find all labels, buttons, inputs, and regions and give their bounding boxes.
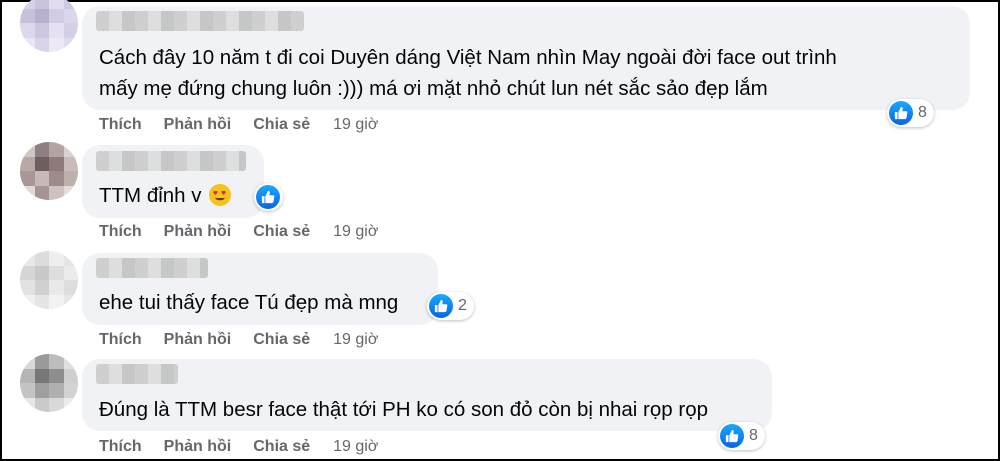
reply-link[interactable]: Phản hồi <box>164 331 232 349</box>
like-icon <box>720 424 744 448</box>
like-icon <box>256 185 280 209</box>
like-icon <box>889 101 913 125</box>
timestamp[interactable]: 19 giờ <box>333 331 378 349</box>
avatar[interactable] <box>20 354 78 412</box>
comment-bubble: TTM đỉnh v <box>82 145 264 218</box>
comment-text-line: Đúng là TTM besr face thật tới PH ko có … <box>99 398 709 421</box>
reply-link[interactable]: Phản hồi <box>164 223 232 241</box>
avatar[interactable] <box>20 0 78 52</box>
comment-actions: Thích Phản hồi Chia sẻ 19 giờ <box>99 331 378 349</box>
author-name-redacted[interactable] <box>96 151 246 171</box>
like-link[interactable]: Thích <box>99 438 142 456</box>
comment-text-line: ehe tui thấy face Tú đẹp mà mng <box>99 291 399 314</box>
heart-eyes-emoji <box>209 184 232 206</box>
like-link[interactable]: Thích <box>99 116 142 134</box>
share-link[interactable]: Chia sẻ <box>253 331 310 349</box>
avatar[interactable] <box>20 142 78 200</box>
reaction-summary[interactable]: 8 <box>887 99 934 127</box>
like-link[interactable]: Thích <box>99 331 142 349</box>
reply-link[interactable]: Phản hồi <box>164 116 232 134</box>
reaction-summary[interactable] <box>254 183 283 211</box>
author-name-redacted[interactable] <box>96 364 178 384</box>
comment-actions: Thích Phản hồi Chia sẻ 19 giờ <box>99 116 378 134</box>
reply-link[interactable]: Phản hồi <box>164 438 232 456</box>
timestamp[interactable]: 19 giờ <box>333 116 378 134</box>
reaction-count: 8 <box>918 104 927 121</box>
reaction-summary[interactable]: 8 <box>718 422 765 450</box>
reaction-count: 2 <box>458 297 467 314</box>
like-link[interactable]: Thích <box>99 223 142 241</box>
comment-text-line: mấy mẹ đứng chung luôn :))) má ơi mặt nh… <box>99 77 768 100</box>
share-link[interactable]: Chia sẻ <box>253 223 310 241</box>
comment-bubble: Đúng là TTM besr face thật tới PH ko có … <box>82 359 772 431</box>
timestamp[interactable]: 19 giờ <box>333 223 378 241</box>
reaction-count: 8 <box>749 427 758 444</box>
comment-thread: Cách đây 10 năm t đi coi Duyên dáng Việt… <box>0 0 1000 461</box>
share-link[interactable]: Chia sẻ <box>253 116 310 134</box>
author-name-redacted[interactable] <box>96 11 304 31</box>
reaction-summary[interactable]: 2 <box>427 292 474 320</box>
comment-text: TTM đỉnh v <box>99 184 202 207</box>
comment-actions: Thích Phản hồi Chia sẻ 19 giờ <box>99 223 378 241</box>
comment-text-line: Cách đây 10 năm t đi coi Duyên dáng Việt… <box>99 46 837 69</box>
like-icon <box>429 294 453 318</box>
share-link[interactable]: Chia sẻ <box>253 438 310 456</box>
author-name-redacted[interactable] <box>96 258 208 278</box>
comment-bubble: Cách đây 10 năm t đi coi Duyên dáng Việt… <box>82 6 970 110</box>
comment-bubble: ehe tui thấy face Tú đẹp mà mng <box>82 253 438 325</box>
comment-text-line: TTM đỉnh v <box>99 181 232 210</box>
timestamp[interactable]: 19 giờ <box>333 438 378 456</box>
avatar[interactable] <box>20 251 78 309</box>
comment-actions: Thích Phản hồi Chia sẻ 19 giờ <box>99 438 378 456</box>
